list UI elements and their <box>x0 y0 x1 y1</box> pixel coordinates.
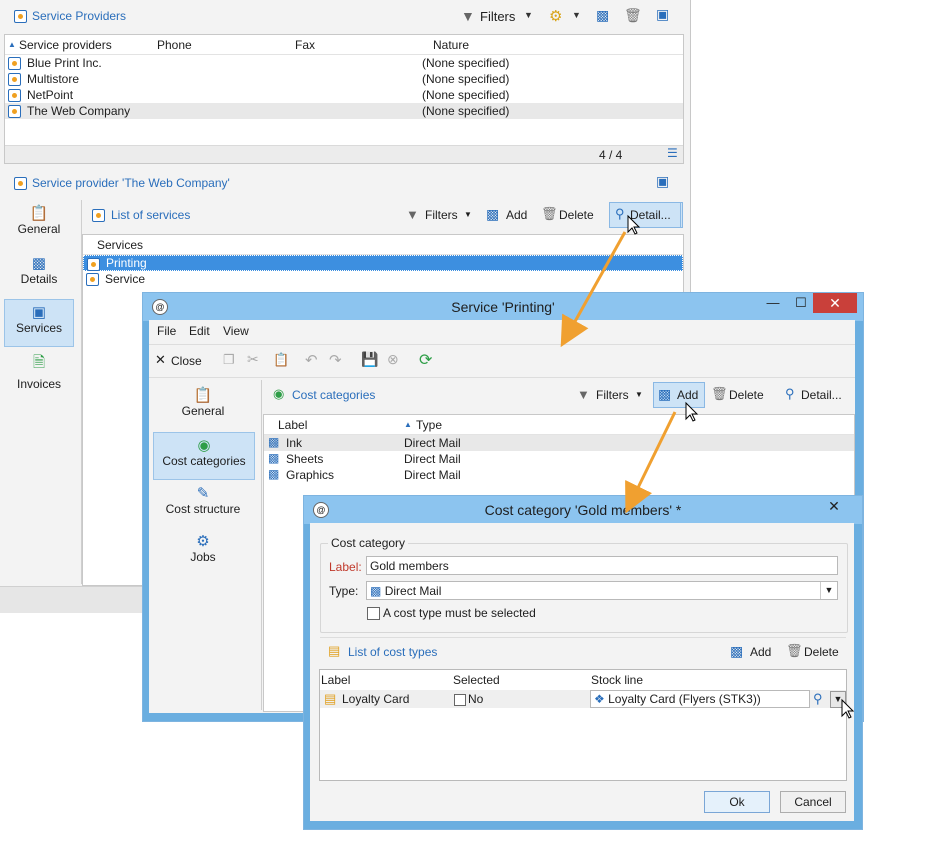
arrow-to-cost-window <box>625 411 677 514</box>
annotation-overlay <box>560 214 855 719</box>
cursor-icon <box>627 214 641 235</box>
cursor-icon <box>685 401 699 422</box>
arrow-to-service-window <box>560 231 627 348</box>
cursor-icon <box>841 698 855 719</box>
